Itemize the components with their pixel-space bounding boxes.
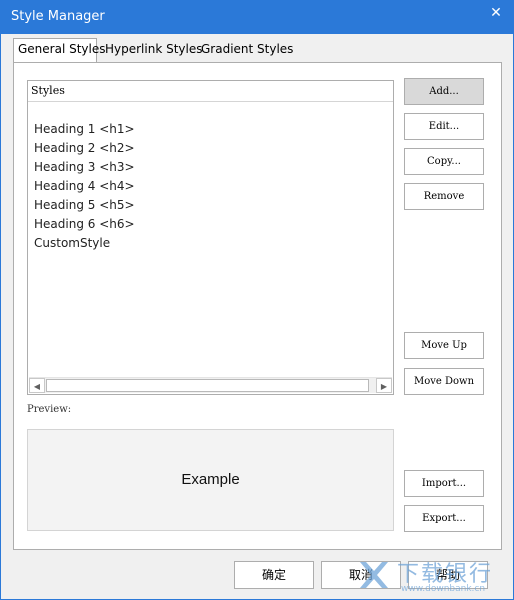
cancel-button[interactable]: 取消	[321, 561, 401, 589]
add-button[interactable]: Add...	[404, 78, 484, 105]
remove-button[interactable]: Remove	[404, 183, 484, 210]
horizontal-scrollbar[interactable]: ◀ ▶	[29, 377, 392, 393]
list-item[interactable]: Heading 3 <h3>	[34, 158, 135, 177]
export-button[interactable]: Export...	[404, 505, 484, 532]
ok-button[interactable]: 确定	[234, 561, 314, 589]
list-item[interactable]: Heading 6 <h6>	[34, 215, 135, 234]
style-manager-window: Style Manager ✕ General Styles Hyperlink…	[0, 0, 514, 600]
chevron-right-icon[interactable]: ▶	[376, 378, 392, 393]
title-bar: Style Manager ✕	[1, 1, 513, 34]
list-item[interactable]: Heading 2 <h2>	[34, 139, 135, 158]
edit-button[interactable]: Edit...	[404, 113, 484, 140]
list-item[interactable]: Heading 4 <h4>	[34, 177, 135, 196]
list-item[interactable]: CustomStyle	[34, 234, 110, 253]
tab-general-styles[interactable]: General Styles	[13, 38, 106, 62]
scrollbar-thumb[interactable]	[46, 379, 369, 392]
move-down-button[interactable]: Move Down	[404, 368, 484, 395]
general-styles-panel: Styles Heading 1 <h1> Heading 2 <h2> Hea…	[13, 62, 502, 550]
import-button[interactable]: Import...	[404, 470, 484, 497]
list-item[interactable]: Heading 5 <h5>	[34, 196, 135, 215]
tab-gradient-styles[interactable]: Gradient Styles	[197, 39, 297, 61]
help-button[interactable]: 帮助	[408, 561, 488, 589]
tab-hyperlink-styles[interactable]: Hyperlink Styles	[101, 39, 207, 61]
preview-box: Example	[27, 429, 394, 531]
copy-button[interactable]: Copy...	[404, 148, 484, 175]
close-icon[interactable]: ✕	[485, 5, 507, 21]
window-title: Style Manager	[11, 9, 105, 24]
chevron-left-icon[interactable]: ◀	[29, 378, 45, 393]
preview-example-text: Example	[181, 471, 240, 488]
styles-listbox[interactable]: Styles Heading 1 <h1> Heading 2 <h2> Hea…	[27, 80, 394, 395]
preview-label: Preview:	[27, 404, 72, 415]
styles-list-header: Styles	[28, 81, 393, 102]
list-item[interactable]: Heading 1 <h1>	[34, 120, 135, 139]
move-up-button[interactable]: Move Up	[404, 332, 484, 359]
